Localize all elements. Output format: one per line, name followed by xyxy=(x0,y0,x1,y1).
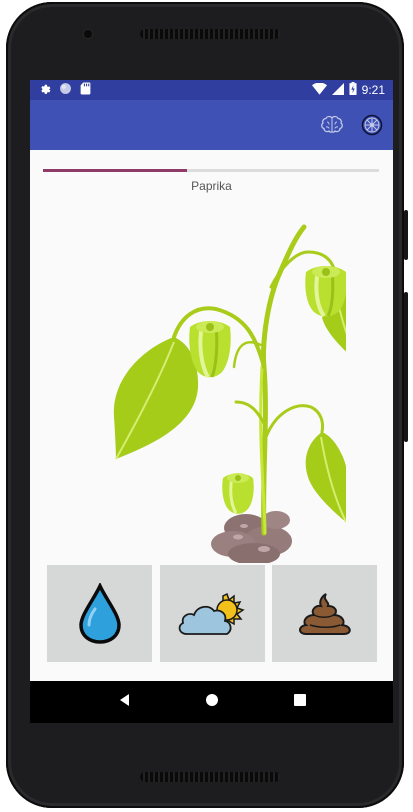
wifi-icon xyxy=(311,82,327,98)
fertilize-button[interactable] xyxy=(272,565,377,662)
bottom-speaker xyxy=(140,772,280,782)
signal-icon xyxy=(331,82,344,98)
growth-progress-fill xyxy=(43,169,188,172)
recents-icon[interactable] xyxy=(293,693,306,711)
phone-frame: 9:21 Paprika xyxy=(6,2,408,808)
settings-wheel-icon[interactable] xyxy=(359,112,385,138)
app-bar xyxy=(30,100,393,150)
sunlight-button[interactable] xyxy=(159,565,265,662)
settings-icon xyxy=(38,82,51,98)
status-bar: 9:21 xyxy=(30,80,393,100)
navigation-bar xyxy=(30,681,393,723)
water-button[interactable] xyxy=(47,565,152,662)
care-action-row xyxy=(47,565,377,662)
paprika-plant-illustration xyxy=(113,224,346,563)
poop-icon xyxy=(298,592,351,635)
earpiece-speaker xyxy=(140,29,280,39)
water-drop-icon xyxy=(78,582,121,644)
sun-cloud-icon xyxy=(178,592,245,635)
sd-card-icon xyxy=(80,82,91,98)
volume-button xyxy=(404,210,408,260)
screen: 9:21 Paprika xyxy=(30,80,393,723)
front-camera xyxy=(82,28,94,40)
soil-clumps xyxy=(211,511,292,563)
plant-name: Paprika xyxy=(191,179,232,193)
growth-progress-bar xyxy=(43,169,379,172)
circle-icon xyxy=(59,82,72,98)
clock-text: 9:21 xyxy=(361,83,385,97)
battery-icon xyxy=(349,82,357,98)
home-icon[interactable] xyxy=(205,693,219,712)
power-button xyxy=(404,292,408,442)
back-icon[interactable] xyxy=(117,693,131,712)
brain-icon[interactable] xyxy=(319,112,345,138)
